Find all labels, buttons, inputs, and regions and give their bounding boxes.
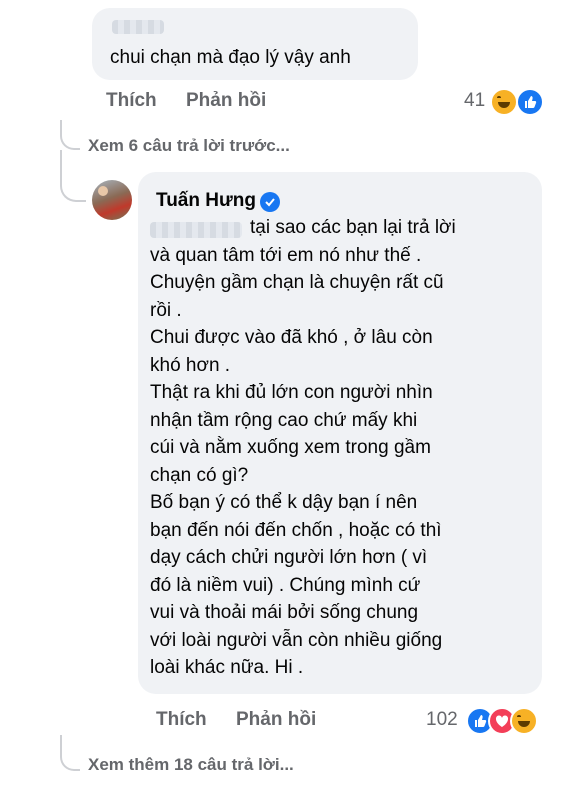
- comment-text: chui chạn mà đạo lý vậy anh: [110, 47, 351, 68]
- view-previous-replies-link[interactable]: Xem 6 câu trả lời trước...: [88, 136, 290, 156]
- haha-icon: [490, 88, 518, 116]
- thread-line: [60, 120, 80, 150]
- redacted-name: [112, 20, 164, 34]
- verified-badge-icon: [260, 192, 280, 212]
- reaction-count[interactable]: 41: [464, 90, 485, 112]
- avatar[interactable]: [92, 180, 132, 220]
- reaction-count[interactable]: 102: [426, 709, 458, 731]
- like-button[interactable]: Thích: [156, 709, 207, 731]
- thread-line: [60, 735, 80, 771]
- reply-button[interactable]: Phản hồi: [186, 90, 266, 112]
- reply-text: tại sao các bạn lại trả lời và quan tâm …: [150, 217, 456, 678]
- thread-line: [60, 150, 86, 202]
- like-icon: [516, 88, 544, 116]
- haha-icon: [510, 707, 538, 735]
- reply-button[interactable]: Phản hồi: [236, 709, 316, 731]
- author-name[interactable]: Tuấn Hưng: [156, 190, 256, 212]
- like-button[interactable]: Thích: [106, 90, 157, 112]
- view-more-replies-link[interactable]: Xem thêm 18 câu trả lời...: [88, 755, 294, 775]
